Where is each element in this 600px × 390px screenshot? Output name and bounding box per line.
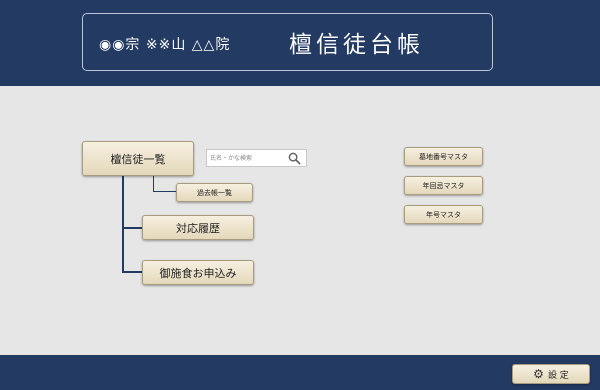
settings-label: 設 定 <box>547 370 569 381</box>
gear-icon: ⚙ <box>533 367 544 381</box>
memorial-master-button[interactable]: 年回忌マスタ <box>404 176 483 195</box>
search-input[interactable] <box>210 151 288 165</box>
deceased-list-button[interactable]: 過去帳一覧 <box>176 183 253 202</box>
grave-master-button[interactable]: 墓地番号マスタ <box>404 147 483 166</box>
app-title: 檀信徒台帳 <box>289 32 424 58</box>
tree-connector-deceased-vertical <box>153 176 154 192</box>
era-master-button[interactable]: 年号マスタ <box>404 205 483 224</box>
tree-connector-vertical <box>122 176 124 272</box>
header-bar: ◉◉宗 ※※山 △△院 檀信徒台帳 <box>0 0 600 86</box>
temple-name: ◉◉宗 ※※山 △△院 <box>99 37 231 53</box>
title-box: ◉◉宗 ※※山 △△院 檀信徒台帳 <box>82 13 493 71</box>
offering-button[interactable]: 御施食お申込み <box>142 260 254 285</box>
footer-bar <box>0 355 600 390</box>
tree-connector-offering <box>122 271 142 273</box>
search-icon[interactable] <box>288 152 301 165</box>
history-button[interactable]: 対応履歴 <box>142 215 254 240</box>
danshinto-list-button[interactable]: 檀信徒一覧 <box>82 141 194 176</box>
settings-button[interactable]: ⚙ 設 定 <box>512 364 590 384</box>
search-box[interactable] <box>206 149 307 167</box>
tree-connector-deceased <box>153 191 176 192</box>
tree-connector-history <box>122 227 142 229</box>
